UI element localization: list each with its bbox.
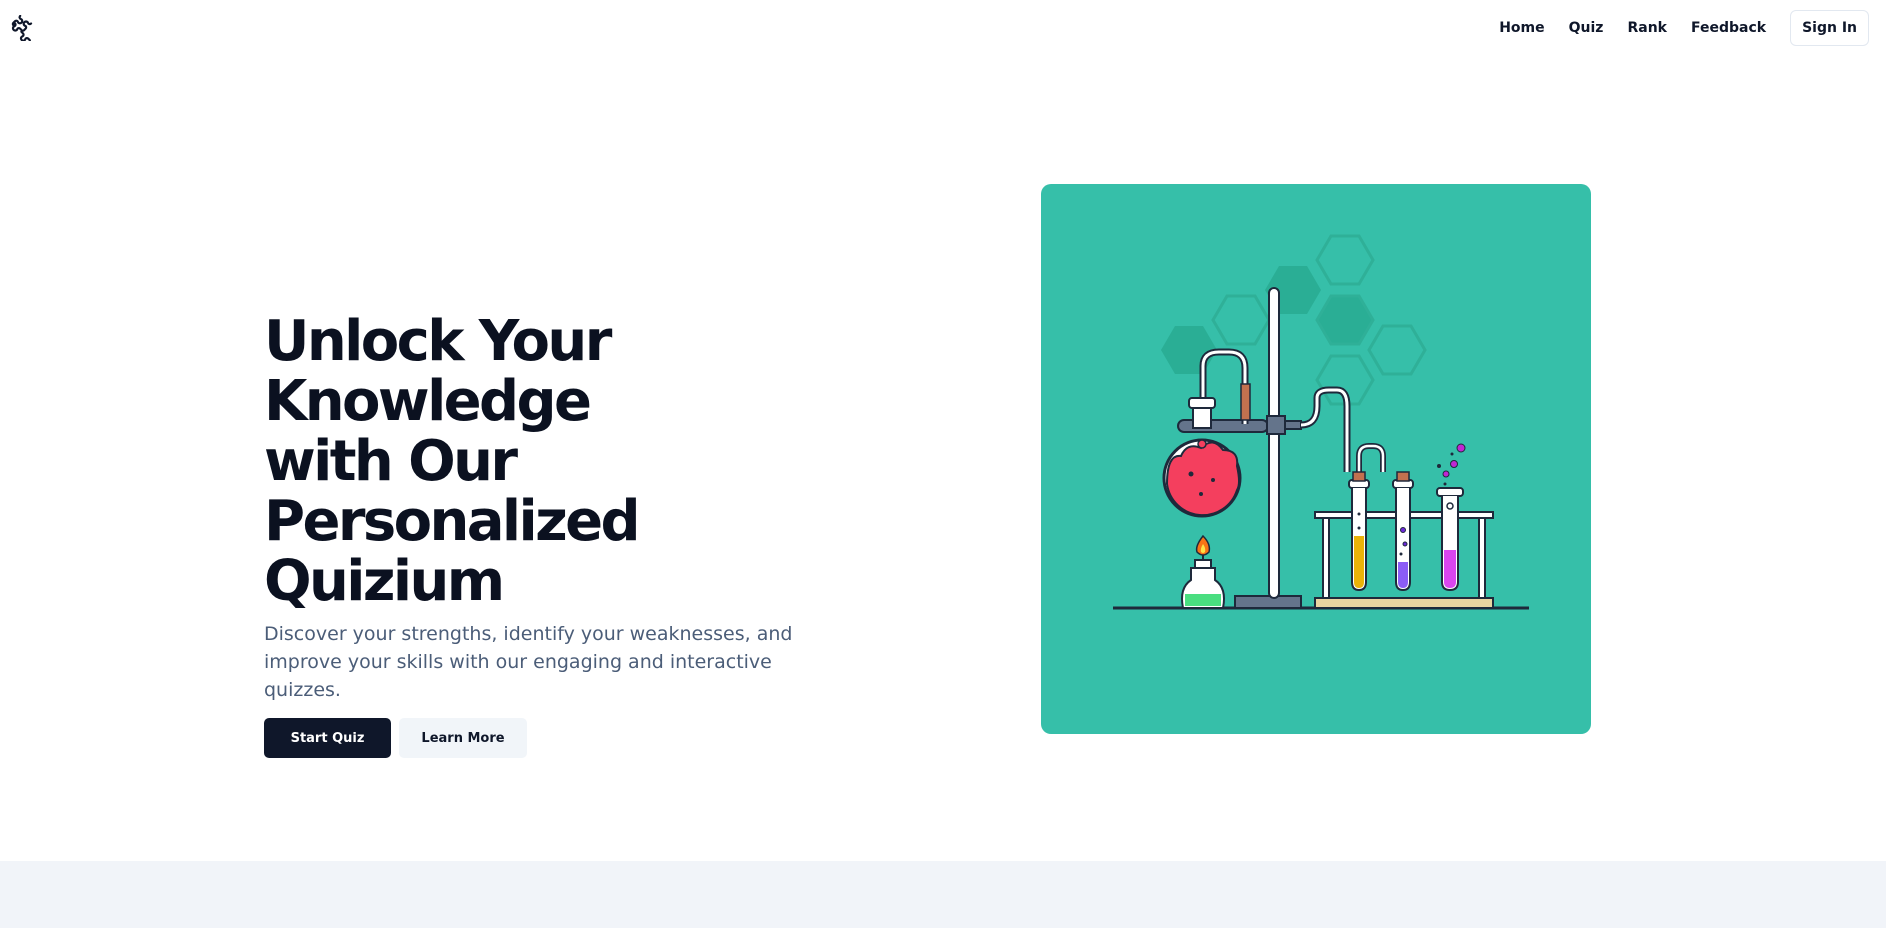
hero-title-line-1: Unlock Your Knowledge: [264, 309, 612, 434]
hero-subtitle: Discover your strengths, identify your w…: [264, 623, 793, 701]
chemistry-lab-illustration: [1041, 184, 1591, 734]
hero-title: Unlock Your Knowledge with Our Personali…: [264, 312, 904, 612]
top-navbar: Home Quiz Rank Feedback Sign In: [0, 0, 1886, 56]
hero-actions: Start Quiz Learn More: [264, 718, 904, 758]
nav-feedback-link[interactable]: Feedback: [1691, 20, 1766, 36]
hero-title-line-3: Quizium: [264, 549, 505, 614]
next-section-band: [0, 861, 1886, 928]
nav-rank-link[interactable]: Rank: [1627, 20, 1667, 36]
hero-section: Unlock Your Knowledge with Our Personali…: [264, 312, 904, 758]
hero-title-line-2: with Our Personalized: [264, 429, 641, 554]
learn-more-button[interactable]: Learn More: [399, 718, 527, 758]
nav-home-link[interactable]: Home: [1499, 20, 1544, 36]
sign-in-button[interactable]: Sign In: [1790, 10, 1869, 46]
puzzle-piece-icon[interactable]: [10, 14, 36, 42]
nav-quiz-link[interactable]: Quiz: [1569, 20, 1604, 36]
main-nav: Home Quiz Rank Feedback Sign In: [1499, 10, 1869, 46]
lab-illustration-svg: [1041, 184, 1591, 734]
start-quiz-button[interactable]: Start Quiz: [264, 718, 391, 758]
